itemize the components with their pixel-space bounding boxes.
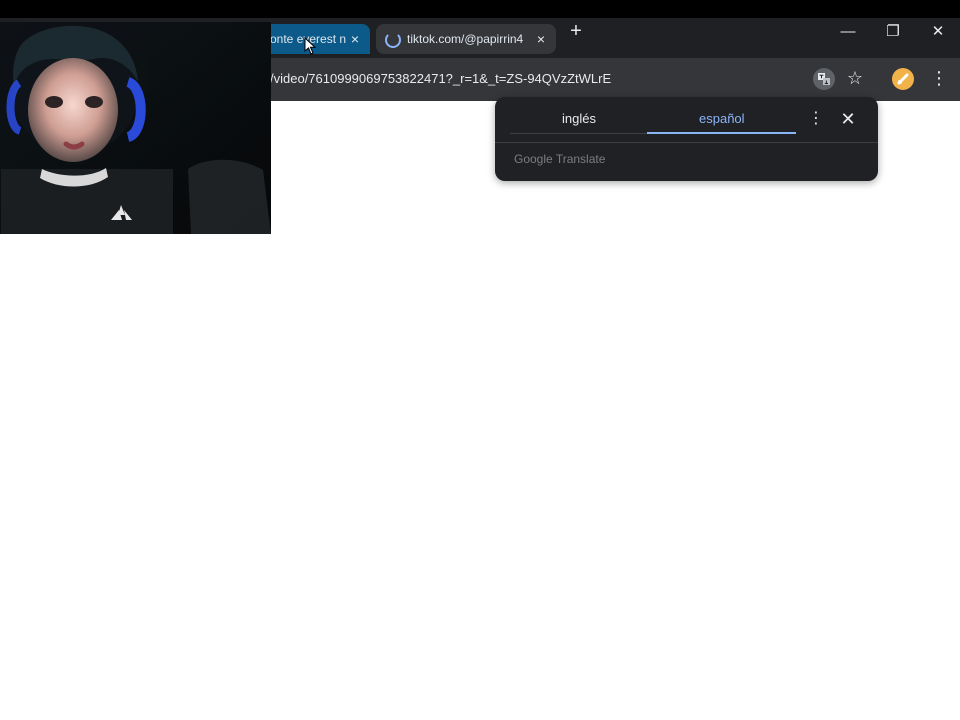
tab-tiktok[interactable]: tiktok.com/@papirrin4 × (376, 24, 556, 54)
tab-close-icon[interactable]: × (534, 32, 548, 46)
active-language-indicator (647, 132, 796, 134)
popup-divider (495, 142, 878, 143)
browser-menu-icon[interactable]: ⋮ (930, 67, 948, 89)
close-window-icon[interactable]: ✕ (926, 22, 950, 42)
tab-close-icon[interactable]: × (348, 32, 362, 46)
translate-popup: inglés español ⋮ ✕ Google Translate (495, 97, 878, 181)
translate-icon[interactable] (813, 68, 835, 90)
more-options-icon[interactable]: ⋮ (808, 109, 824, 129)
source-language-tab[interactable]: inglés (562, 111, 596, 126)
top-black-strip (0, 0, 960, 18)
new-tab-button[interactable]: + (566, 21, 586, 41)
bookmark-star-icon[interactable]: ☆ (844, 67, 866, 89)
address-bar-url[interactable]: /video/7610999069753822471?_r=1&_t=ZS-94… (270, 71, 611, 86)
webcam-overlay (0, 22, 271, 234)
extension-icon[interactable] (892, 68, 914, 90)
minimize-icon[interactable]: — (836, 22, 860, 42)
target-language-tab[interactable]: español (699, 111, 745, 126)
loading-spinner-icon (385, 32, 401, 48)
google-translate-label: Google Translate (514, 152, 606, 166)
mouse-cursor-icon (304, 36, 317, 55)
restore-icon[interactable]: ❐ (881, 22, 905, 42)
tab-title: tiktok.com/@papirrin4 (407, 32, 524, 46)
popup-close-icon[interactable]: ✕ (839, 109, 857, 129)
